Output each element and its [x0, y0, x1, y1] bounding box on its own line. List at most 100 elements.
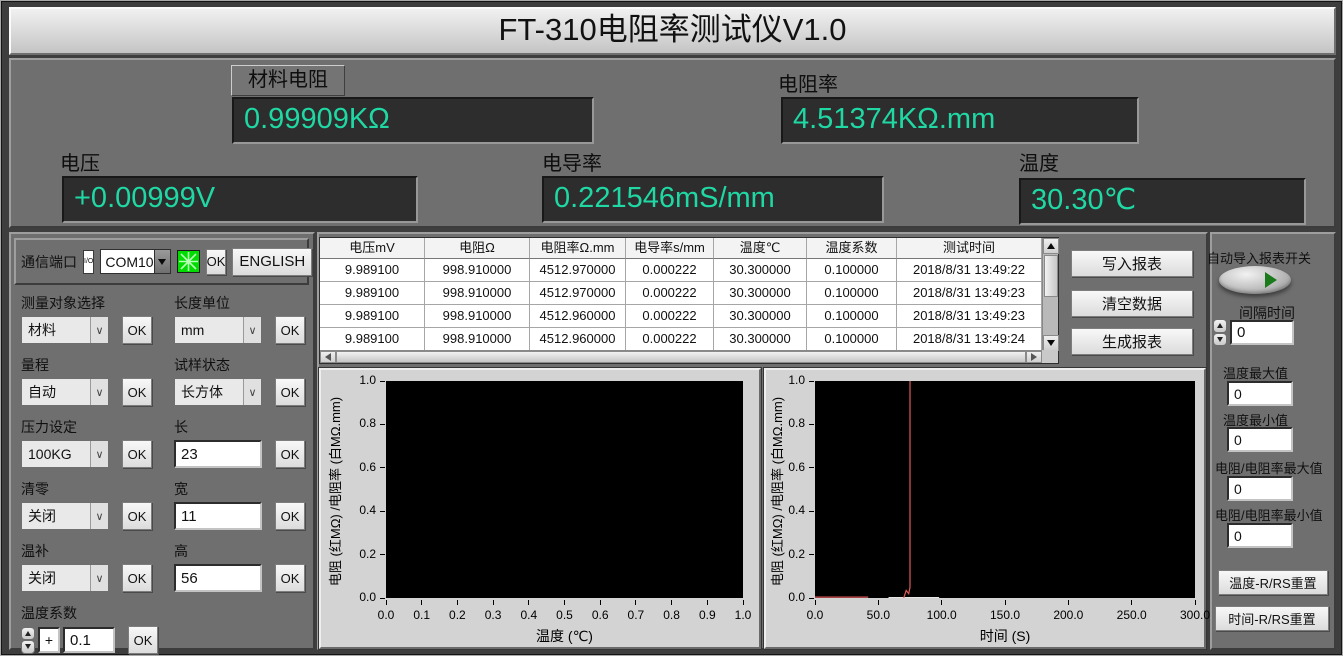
- ok-button[interactable]: OK: [275, 502, 305, 530]
- dropdown-清零[interactable]: 关闭∨: [21, 502, 109, 530]
- material-resistance-label: 材料电阻: [231, 65, 345, 96]
- ok-button[interactable]: OK: [275, 378, 305, 406]
- table-header-cell: 电导率s/mm: [626, 238, 714, 259]
- readout-panel: 材料电阻 0.99909KΩ 电阻率 4.51374KΩ.mm 电压 +0.00…: [9, 58, 1336, 228]
- window-title: FT-310电阻率测试仪V1.0: [9, 7, 1336, 55]
- decrement-button[interactable]: [21, 640, 35, 654]
- ok-button[interactable]: OK: [122, 440, 152, 468]
- table-cell: 30.300000: [714, 305, 807, 328]
- x-tick-label: 0.1: [413, 608, 430, 622]
- english-button[interactable]: ENGLISH: [232, 248, 312, 276]
- generate-report-button[interactable]: 生成报表: [1071, 328, 1193, 355]
- dropdown-长度单位[interactable]: mm∨: [174, 316, 262, 344]
- stat-value-3: [1227, 523, 1293, 548]
- x-tick-label: 0.8: [663, 608, 680, 622]
- input-长[interactable]: [174, 440, 262, 468]
- increment-button[interactable]: [21, 627, 35, 641]
- scroll-up-button[interactable]: [1043, 238, 1059, 254]
- app-window: FT-310电阻率测试仪V1.0 材料电阻 0.99909KΩ 电阻率 4.51…: [0, 0, 1343, 656]
- ok-button[interactable]: OK: [275, 440, 305, 468]
- y-tick-label: 1.0: [773, 373, 805, 387]
- ok-button[interactable]: OK: [122, 502, 152, 530]
- y-tick-label: 0.8: [344, 416, 376, 430]
- dropdown-arrow-icon[interactable]: [154, 250, 170, 273]
- x-tick-label: 0.5: [556, 608, 573, 622]
- dropdown-量程[interactable]: 自动∨: [21, 378, 109, 406]
- scroll-thumb[interactable]: [1044, 255, 1058, 297]
- temperature-value: 30.30℃: [1019, 178, 1306, 225]
- x-tick-mark: [386, 600, 387, 605]
- increment-decrement-spinner[interactable]: [21, 627, 35, 654]
- scroll-down-button[interactable]: [1043, 335, 1059, 351]
- ok-button[interactable]: OK: [122, 316, 152, 344]
- x-tick-mark: [1005, 600, 1006, 605]
- ok-button[interactable]: OK: [128, 626, 158, 654]
- y-tick-mark: [380, 381, 385, 382]
- table-vertical-scrollbar[interactable]: [1042, 238, 1058, 351]
- ok-button[interactable]: OK: [122, 564, 152, 592]
- input-温度系数[interactable]: [63, 627, 115, 653]
- dropdown-value: mm: [175, 322, 243, 338]
- interval-spinner[interactable]: [1213, 319, 1227, 346]
- voltage-value: +0.00999V: [62, 176, 418, 223]
- chevron-down-icon[interactable]: ∨: [90, 441, 108, 467]
- dropdown-温补[interactable]: 关闭∨: [21, 564, 109, 592]
- material-resistance-value: 0.99909KΩ: [232, 97, 594, 144]
- dropdown-压力设定[interactable]: 100KG∨: [21, 440, 109, 468]
- com-port-dropdown[interactable]: COM10: [100, 249, 170, 274]
- control-label: 量程: [21, 355, 161, 375]
- comm-status-led: [177, 250, 200, 273]
- control-dropdown: 压力设定100KG∨OK: [21, 417, 161, 468]
- table-cell: 0.000222: [626, 259, 714, 282]
- resistivity-label: 电阻率: [778, 68, 838, 97]
- chevron-down-icon[interactable]: ∨: [90, 317, 108, 343]
- increment-button[interactable]: [1213, 319, 1227, 333]
- scroll-left-button[interactable]: [320, 351, 336, 363]
- table-cell: 0.000222: [626, 328, 714, 351]
- y-tick-label: 0.8: [773, 416, 805, 430]
- chevron-down-icon[interactable]: ∨: [90, 503, 108, 529]
- control-dropdown: 测量对象选择材料∨OK: [21, 293, 161, 344]
- dropdown-测量对象选择[interactable]: 材料∨: [21, 316, 109, 344]
- interval-input[interactable]: [1230, 320, 1294, 345]
- table-horizontal-scrollbar[interactable]: [320, 350, 1042, 363]
- scroll-right-button[interactable]: [1026, 351, 1042, 363]
- down-arrow-icon: [25, 644, 31, 649]
- time-rrs-reset-button[interactable]: 时间-R/RS重置: [1215, 606, 1329, 631]
- dropdown-试样状态[interactable]: 长方体∨: [174, 378, 262, 406]
- control-label: 长: [174, 417, 314, 437]
- table-cell: 4512.960000: [530, 305, 626, 328]
- input-宽[interactable]: [174, 502, 262, 530]
- comm-ok-button[interactable]: OK: [206, 249, 227, 275]
- ok-button[interactable]: OK: [275, 316, 305, 344]
- table-cell: 9.989100: [320, 305, 425, 328]
- control-dropdown: 温补关闭∨OK: [21, 541, 161, 592]
- chevron-down-icon[interactable]: ∨: [243, 317, 261, 343]
- chevron-down-icon[interactable]: ∨: [90, 565, 108, 591]
- voltage-label: 电压: [60, 147, 100, 176]
- sign-box[interactable]: +: [38, 627, 60, 653]
- interval-group: [1213, 319, 1294, 346]
- chart-y-axis-label: 电阻 (红MΩ) /电阻率 (白MΩ.mm): [325, 383, 344, 600]
- x-tick-label: 100.0: [927, 608, 957, 622]
- y-tick-mark: [809, 381, 814, 382]
- ok-button[interactable]: OK: [275, 564, 305, 592]
- y-tick-label: 0.4: [773, 503, 805, 517]
- scroll-thumb-horizontal[interactable]: [336, 351, 1026, 363]
- stat-label: 电阻/电阻率最小值: [1215, 505, 1323, 524]
- auto-report-toggle[interactable]: [1219, 266, 1291, 294]
- temp-rrs-reset-button[interactable]: 温度-R/RS重置: [1218, 570, 1328, 595]
- clear-data-button[interactable]: 清空数据: [1071, 290, 1193, 317]
- x-tick-mark: [743, 600, 744, 605]
- chevron-down-icon[interactable]: ∨: [243, 379, 261, 405]
- input-高[interactable]: [174, 564, 262, 592]
- decrement-button[interactable]: [1213, 333, 1227, 347]
- table-cell: 0.000222: [626, 305, 714, 328]
- dropdown-value: 关闭: [22, 568, 90, 588]
- chevron-down-icon[interactable]: ∨: [90, 379, 108, 405]
- ok-button[interactable]: OK: [122, 378, 152, 406]
- x-tick-mark: [564, 600, 565, 605]
- table-header-cell: 温度℃: [714, 238, 807, 259]
- write-report-button[interactable]: 写入报表: [1071, 250, 1193, 277]
- chart-x-axis-label: 时间 (S): [815, 626, 1195, 646]
